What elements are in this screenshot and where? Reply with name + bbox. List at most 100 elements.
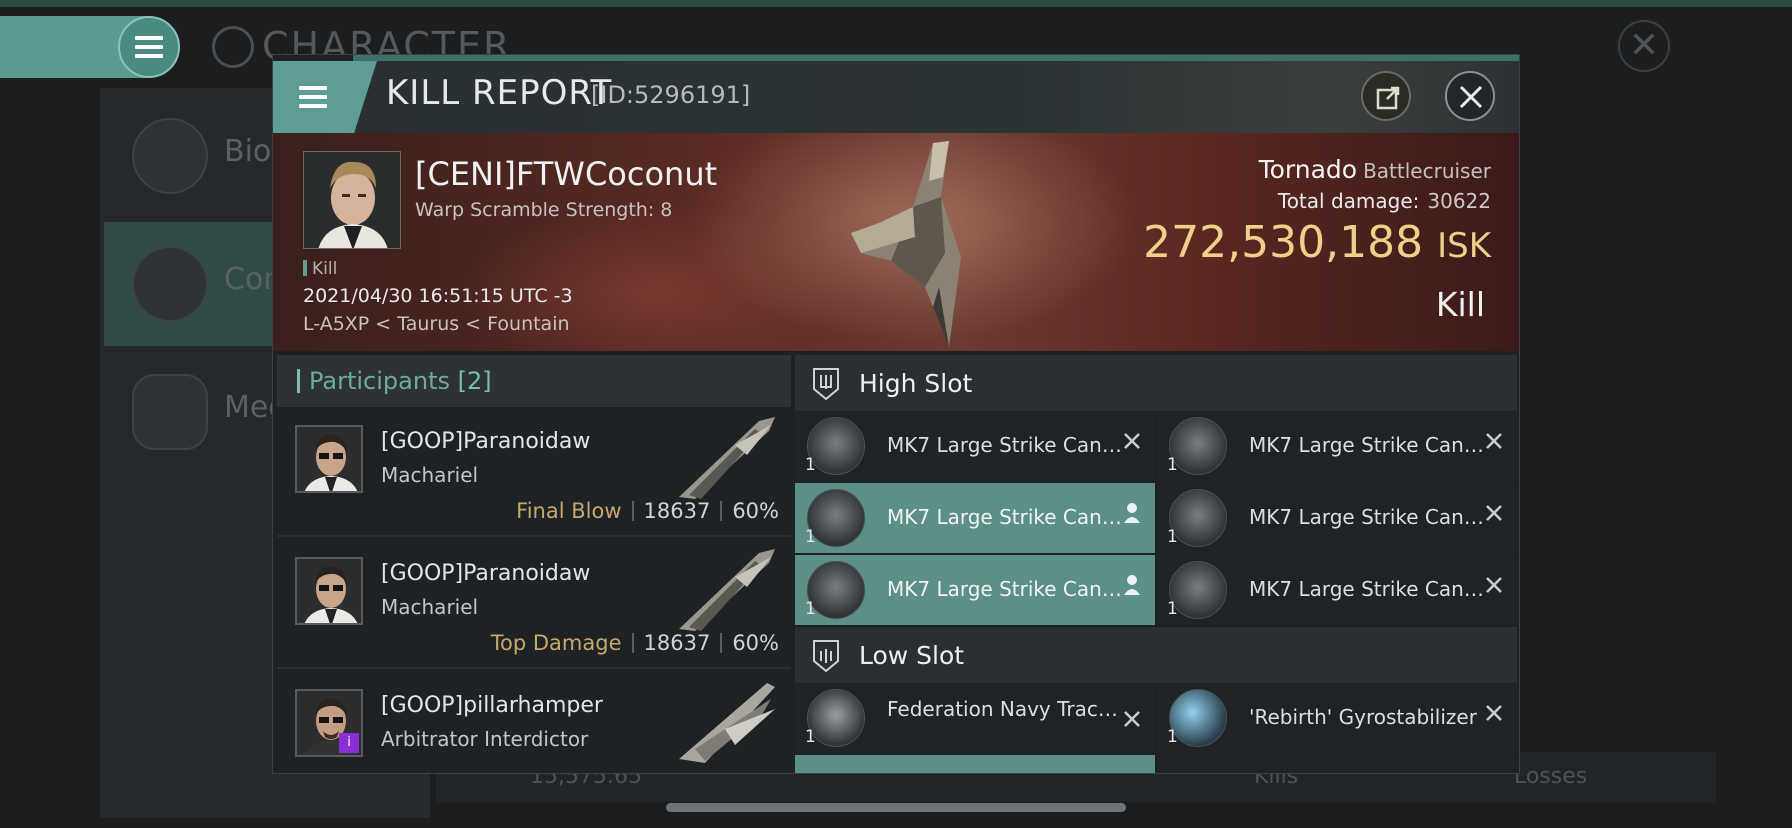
participant-damage: 18637	[643, 631, 711, 655]
hamburger-icon	[299, 86, 327, 108]
avatar	[295, 425, 363, 493]
module-item[interactable]: 1 MK7 Large Strike Cannon	[795, 411, 1155, 481]
module-name: MK7 Large Strike Cannon	[1249, 505, 1489, 529]
top-damage-tag: Top Damage	[490, 631, 622, 655]
ship-class: Battlecruiser	[1363, 159, 1491, 183]
module-item[interactable]: 1 'Rebirth' Gyrostabilizer	[1157, 683, 1517, 753]
kill-report-dialog: KILL REPORT [ID:5296191] [CENI]FTWCoconu…	[272, 54, 1520, 774]
high-slot-header: High Slot	[795, 355, 1517, 411]
module-quantity: 1	[805, 527, 816, 547]
module-item[interactable]: 1 MK7 Large Strike Cannon	[1157, 483, 1517, 553]
kill-timestamp: 2021/04/30 16:51:15 UTC -3	[303, 285, 573, 307]
total-damage-value: 30622	[1427, 189, 1491, 213]
low-slot-header: Low Slot	[795, 627, 1517, 683]
crossed-swords-icon	[132, 246, 208, 322]
pilot-avatar-icon	[304, 152, 400, 248]
sidebar-item-label: Bio	[224, 134, 272, 169]
module-item[interactable]	[795, 755, 1155, 773]
destroyed-x-icon	[1486, 577, 1502, 593]
machariel-ship-icon	[679, 549, 775, 631]
close-button[interactable]	[1445, 71, 1495, 121]
participant-stats: Final Blow 18637 60%	[516, 499, 779, 523]
isk-amount: 272,530,188	[1143, 217, 1424, 268]
participant-row[interactable]: i [GOOP]pillarhamper Arbitrator Interdic…	[277, 671, 791, 773]
module-item[interactable]: 1 MK7 Large Strike Cannon	[795, 483, 1155, 553]
participant-percent: 60%	[732, 631, 779, 655]
isk-unit: ISK	[1437, 226, 1491, 266]
destroyed-x-icon	[1486, 705, 1502, 721]
pilot-avatar-icon	[297, 427, 361, 491]
participant-percent: 60%	[732, 499, 779, 523]
destroyed-x-icon	[1124, 433, 1140, 449]
low-slot-label: Low Slot	[859, 641, 965, 670]
total-damage: Total damage: 30622	[1278, 189, 1491, 213]
close-icon	[1459, 85, 1483, 109]
participants-count: [2]	[457, 367, 492, 395]
horizontal-scrollbar[interactable]	[666, 803, 1126, 812]
high-slot-label: High Slot	[859, 369, 973, 398]
isk-value: 272,530,188 ISK	[1143, 217, 1491, 268]
victim-ship[interactable]: Tornado Battlecruiser	[1259, 155, 1491, 184]
arbitrator-ship-icon	[679, 683, 775, 763]
module-quantity: 1	[805, 455, 816, 475]
module-name: 'Rebirth' Gyrostabilizer	[1249, 705, 1477, 729]
victim-ship-image[interactable]	[821, 137, 1011, 351]
info-badge: i	[339, 733, 359, 753]
dropped-person-icon	[1124, 575, 1140, 595]
destroyed-x-icon	[1124, 711, 1140, 727]
participants-panel: Participants [2] [GOOP]Paranoidaw Machar…	[277, 355, 791, 773]
module-item[interactable]: 1 MK7 Large Strike Cannon	[1157, 555, 1517, 625]
module-item[interactable]	[1157, 755, 1517, 773]
module-quantity: 1	[805, 599, 816, 619]
participant-ship: Machariel	[381, 595, 479, 619]
final-blow-tag: Final Blow	[516, 499, 622, 523]
kill-tag-label: Kill	[312, 259, 338, 279]
share-icon	[1376, 86, 1400, 110]
victim-banner: [CENI]FTWCoconut Warp Scramble Strength:…	[273, 133, 1519, 351]
module-name: MK7 Large Strike Cannon	[1249, 433, 1489, 457]
module-name: Federation Navy Tracking…	[887, 697, 1127, 721]
participant-ship: Machariel	[381, 463, 479, 487]
victim-name[interactable]: [CENI]FTWCoconut	[415, 155, 717, 193]
module-name: MK7 Large Strike Cannon	[887, 505, 1127, 529]
participants-label: Participants	[309, 367, 450, 395]
participant-stats: Top Damage 18637 60%	[491, 631, 779, 655]
kill-result: Kill	[1435, 285, 1485, 324]
destroyed-x-icon	[1486, 433, 1502, 449]
module-item[interactable]: 1 MK7 Large Strike Cannon	[795, 555, 1155, 625]
module-name: MK7 Large Strike Cannon	[887, 577, 1127, 601]
list-icon	[132, 118, 208, 194]
participant-ship: Arbitrator Interdictor	[381, 727, 589, 751]
module-quantity: 1	[1167, 599, 1178, 619]
share-button[interactable]	[1361, 71, 1411, 121]
pilot-avatar-icon	[297, 559, 361, 623]
star-icon	[132, 374, 208, 450]
top-accent-line	[0, 0, 1792, 7]
participants-header: Participants [2]	[277, 355, 791, 407]
avatar: i	[295, 689, 363, 757]
fittings-panel: High Slot 1 MK7 Large Strike Cannon 1 MK…	[795, 355, 1517, 773]
dropped-person-icon	[1124, 503, 1140, 523]
module-item[interactable]: 1 MK7 Large Strike Cannon	[1157, 411, 1517, 481]
module-name: MK7 Large Strike Cannon	[887, 433, 1127, 457]
module-name: MK7 Large Strike Cannon	[1249, 577, 1489, 601]
participant-row[interactable]: [GOOP]Paranoidaw Machariel Final Blow 186…	[277, 407, 791, 537]
module-quantity: 1	[1167, 727, 1178, 747]
module-quantity: 1	[1167, 527, 1178, 547]
machariel-ship-icon	[679, 417, 775, 499]
kill-tag: Kill	[303, 259, 337, 279]
high-slot-shield-icon	[813, 368, 839, 401]
warp-scramble-strength: Warp Scramble Strength: 8	[415, 199, 673, 221]
victim-portrait[interactable]	[303, 151, 401, 249]
participant-row[interactable]: [GOOP]Paranoidaw Machariel Top Damage 186…	[277, 539, 791, 669]
main-menu-button[interactable]	[118, 16, 180, 78]
hamburger-icon	[135, 36, 163, 58]
module-quantity: 1	[805, 727, 816, 747]
low-slot-shield-icon	[813, 640, 839, 673]
avatar	[295, 557, 363, 625]
module-item[interactable]: 1 Federation Navy Tracking…	[795, 683, 1155, 753]
background-close-button[interactable]: ✕	[1618, 20, 1670, 72]
participant-name: [GOOP]Paranoidaw	[381, 561, 591, 586]
losses-label: Losses	[1514, 764, 1588, 789]
kill-location[interactable]: L-A5XP < Taurus < Fountain	[303, 313, 570, 335]
